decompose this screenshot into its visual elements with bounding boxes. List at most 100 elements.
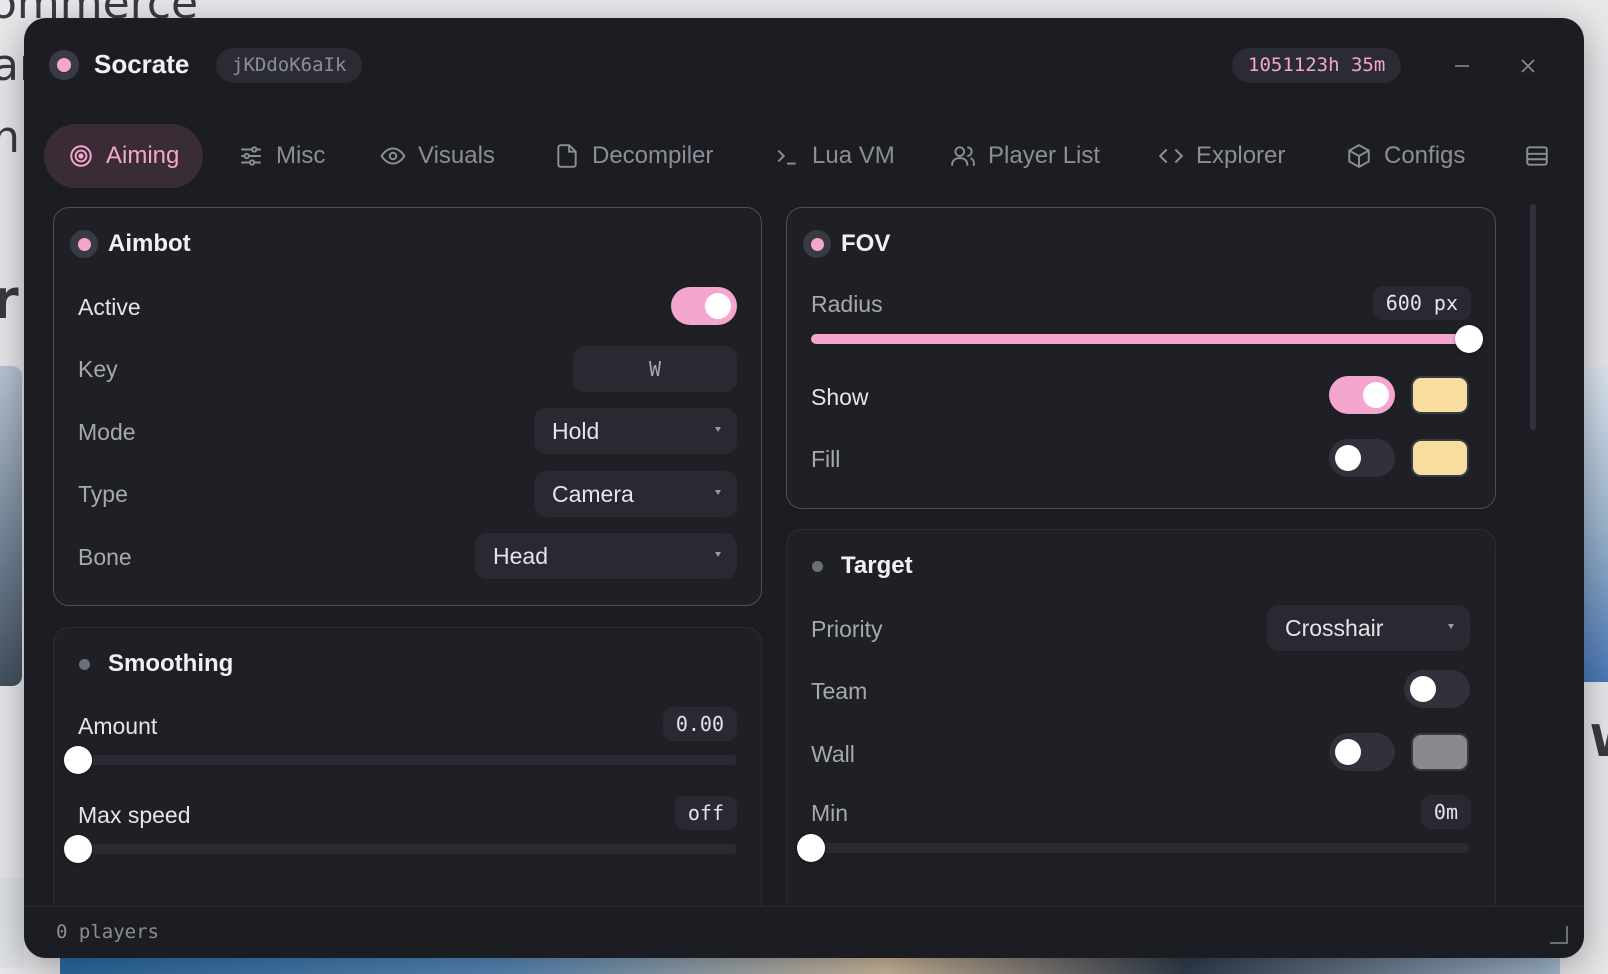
- terminal-icon: [777, 149, 796, 165]
- caret-down-icon: [715, 427, 721, 432]
- card-header: Aimbot: [70, 230, 191, 258]
- tab-label: Configs: [1384, 142, 1466, 169]
- sliders-icon: [241, 146, 261, 166]
- list-icon: [1526, 146, 1548, 166]
- slider-thumb[interactable]: [1455, 325, 1483, 353]
- aimbot-active-toggle[interactable]: [671, 287, 737, 325]
- file-icon: [557, 144, 577, 168]
- tab-label: Decompiler: [592, 142, 714, 169]
- tab-bar: Aiming Misc Visuals Decompiler Lua VM Pl…: [44, 124, 1584, 188]
- users-icon: [951, 146, 975, 166]
- amount-value: 0.00: [662, 707, 737, 741]
- card-title: FOV: [841, 230, 891, 257]
- tab-label: Aiming: [106, 142, 180, 169]
- resize-handle[interactable]: [1550, 926, 1568, 944]
- enabled-dot-icon: [803, 230, 831, 258]
- aimbot-key-bind[interactable]: W: [573, 346, 737, 392]
- aimbot-type-select[interactable]: Camera: [534, 471, 737, 517]
- tab-visuals[interactable]: Visuals: [356, 124, 519, 188]
- show-label: Show: [811, 384, 869, 410]
- radius-value: 600 px: [1372, 286, 1471, 320]
- max-speed-label: Max speed: [78, 802, 191, 828]
- slider-thumb[interactable]: [64, 835, 92, 863]
- tab-label: Visuals: [418, 142, 495, 169]
- close-icon: [1521, 59, 1535, 73]
- bone-label: Bone: [78, 544, 132, 570]
- select-value: Hold: [552, 417, 600, 444]
- min-value: 0m: [1420, 795, 1471, 829]
- wall-label: Wall: [811, 741, 855, 767]
- min-label: Min: [811, 800, 849, 826]
- fov-show-toggle[interactable]: [1329, 376, 1395, 414]
- minimize-button[interactable]: [1444, 48, 1480, 84]
- target-wall-color-swatch[interactable]: [1411, 733, 1469, 771]
- tab-overflow[interactable]: [1520, 124, 1554, 188]
- tab-label: Lua VM: [812, 142, 895, 169]
- slider-thumb[interactable]: [797, 834, 825, 862]
- target-team-toggle[interactable]: [1404, 670, 1470, 708]
- app-status-icon: [49, 50, 79, 80]
- card-header: Smoothing: [70, 650, 233, 678]
- tab-explorer[interactable]: Explorer: [1134, 124, 1309, 188]
- team-label: Team: [811, 678, 868, 704]
- radius-label: Radius: [811, 291, 883, 317]
- tab-lua-vm[interactable]: Lua VM: [750, 124, 919, 188]
- fov-card: FOV Radius 600 px Show Fill: [786, 207, 1496, 509]
- code-icon: [1158, 148, 1184, 164]
- tab-decompiler[interactable]: Decompiler: [530, 124, 737, 188]
- tab-label: Misc: [276, 142, 326, 169]
- card-title: Smoothing: [108, 650, 234, 677]
- active-label: Active: [78, 294, 141, 320]
- app-window: Socrate jKDdoK6aIk 1051123h 35m Aiming M…: [24, 18, 1584, 958]
- min-distance-slider[interactable]: [797, 834, 1469, 862]
- disabled-dot-icon: [803, 552, 831, 580]
- app-title: Socrate: [94, 49, 190, 79]
- status-bar: 0 players: [24, 906, 1584, 958]
- type-label: Type: [78, 481, 128, 507]
- mode-label: Mode: [78, 419, 136, 445]
- target-wall-toggle[interactable]: [1329, 733, 1395, 771]
- select-value: Crosshair: [1285, 614, 1384, 641]
- minus-icon: [1455, 65, 1469, 67]
- card-title: Aimbot: [108, 230, 191, 257]
- caret-down-icon: [715, 552, 721, 557]
- fov-fill-toggle[interactable]: [1329, 439, 1395, 477]
- radius-slider[interactable]: [811, 325, 1483, 353]
- select-value: Head: [493, 542, 548, 569]
- target-icon: [70, 145, 92, 167]
- aimbot-bone-select[interactable]: Head: [475, 533, 737, 579]
- target-priority-select[interactable]: Crosshair: [1267, 605, 1470, 651]
- max-speed-slider[interactable]: [64, 835, 737, 863]
- fov-fill-color-swatch[interactable]: [1411, 439, 1469, 477]
- slider-thumb[interactable]: [64, 746, 92, 774]
- card-header: FOV: [803, 230, 890, 258]
- tab-label: Explorer: [1196, 142, 1286, 169]
- tab-misc[interactable]: Misc: [214, 124, 349, 188]
- target-card: Target Priority Crosshair Team Wall Min …: [786, 529, 1496, 929]
- content-scrollbar[interactable]: [1530, 204, 1536, 430]
- amount-label: Amount: [78, 713, 158, 739]
- caret-down-icon: [715, 490, 721, 495]
- enabled-dot-icon: [70, 230, 98, 258]
- tab-label: Player List: [988, 142, 1101, 169]
- fill-label: Fill: [811, 446, 841, 472]
- title-bar[interactable]: Socrate jKDdoK6aIk 1051123h 35m: [24, 18, 1584, 108]
- caret-down-icon: [1448, 624, 1454, 629]
- priority-label: Priority: [811, 616, 883, 642]
- select-value: Camera: [552, 480, 634, 507]
- tab-configs[interactable]: Configs: [1322, 124, 1489, 188]
- close-button[interactable]: [1510, 48, 1546, 84]
- key-label: Key: [78, 356, 118, 382]
- tab-aiming[interactable]: Aiming: [44, 124, 204, 188]
- disabled-dot-icon: [70, 650, 98, 678]
- eye-icon: [380, 147, 406, 165]
- tab-player-list[interactable]: Player List: [926, 124, 1124, 188]
- fov-show-color-swatch[interactable]: [1411, 376, 1469, 414]
- amount-slider[interactable]: [64, 746, 737, 774]
- max-speed-value: off: [674, 796, 737, 830]
- aimbot-mode-select[interactable]: Hold: [534, 408, 737, 454]
- card-title: Target: [841, 552, 913, 579]
- uptime-badge: 1051123h 35m: [1232, 48, 1402, 83]
- card-header: Target: [803, 552, 913, 580]
- player-count: 0 players: [56, 921, 159, 943]
